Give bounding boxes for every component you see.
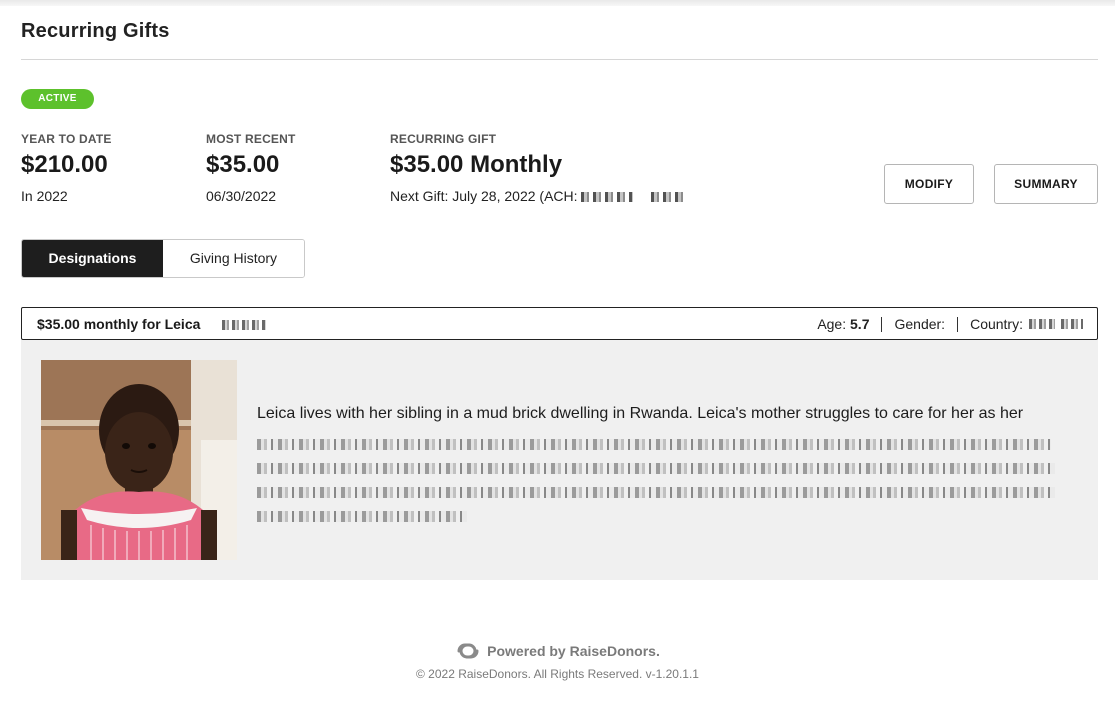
next-gift-info: Next Gift: July 28, 2022 (ACH: [390, 188, 686, 204]
tab-designations[interactable]: Designations [22, 240, 163, 277]
designation-title: $35.00 monthly for Leica [37, 316, 201, 332]
redacted-story-line [257, 463, 1055, 474]
stat-most-recent: MOST RECENT $35.00 06/30/2022 [206, 132, 296, 204]
stat-value: $35.00 [206, 151, 280, 178]
story-panel: Leica lives with her sibling in a mud br… [21, 340, 1098, 580]
title-divider [21, 59, 1098, 60]
top-bar [0, 0, 1115, 6]
stat-value: $35.00 Monthly [390, 151, 563, 178]
redacted-name [222, 320, 267, 331]
stat-label: MOST RECENT [206, 132, 296, 146]
redacted-account [581, 192, 634, 203]
child-photo [41, 360, 237, 560]
age-value: 5.7 [850, 316, 870, 332]
redacted-country [1029, 319, 1055, 329]
designation-title-row: $35.00 monthly for Leica [37, 316, 267, 332]
stat-recurring-gift: RECURRING GIFT $35.00 Monthly Next Gift:… [390, 132, 686, 204]
stat-year-to-date: YEAR TO DATE $210.00 In 2022 [21, 132, 112, 204]
tab-giving-history[interactable]: Giving History [163, 240, 304, 277]
redacted-story-line [257, 487, 1055, 498]
age-label: Age: [817, 316, 847, 332]
modify-button[interactable]: MODIFY [884, 164, 974, 204]
stat-value: $210.00 [21, 151, 108, 178]
footer-copyright: © 2022 RaiseDonors. All Rights Reserved.… [416, 667, 699, 681]
redacted-country [1061, 319, 1083, 329]
page-title: Recurring Gifts [21, 20, 170, 42]
stat-sub: In 2022 [21, 188, 68, 204]
status-badge: ACTIVE [21, 89, 94, 109]
stat-sub: 06/30/2022 [206, 188, 277, 204]
redacted-story-line [257, 511, 467, 522]
redacted-story-line [257, 439, 1051, 450]
next-gift-text: Next Gift: July 28, 2022 (ACH: [390, 188, 578, 204]
redacted-account [651, 192, 686, 203]
country-label: Country: [970, 316, 1023, 332]
footer-brand: Powered by RaiseDonors. [0, 641, 1115, 664]
raisedonors-logo-icon [455, 641, 481, 664]
meta-divider [881, 316, 883, 332]
story-text: Leica lives with her sibling in a mud br… [257, 402, 1067, 522]
footer-brand-text[interactable]: Powered by RaiseDonors. [487, 643, 660, 659]
summary-button[interactable]: SUMMARY [994, 164, 1098, 204]
meta-divider [957, 316, 959, 332]
stat-label: YEAR TO DATE [21, 132, 112, 146]
designation-meta: Age: 5.7 Gender: Country: [817, 316, 1083, 332]
story-first-line: Leica lives with her sibling in a mud br… [257, 405, 1024, 422]
designation-header: $35.00 monthly for Leica Age: 5.7 Gender… [21, 307, 1098, 340]
stat-label: RECURRING GIFT [390, 132, 497, 146]
gender-label: Gender: [894, 316, 946, 332]
tab-bar: Designations Giving History [21, 239, 305, 278]
